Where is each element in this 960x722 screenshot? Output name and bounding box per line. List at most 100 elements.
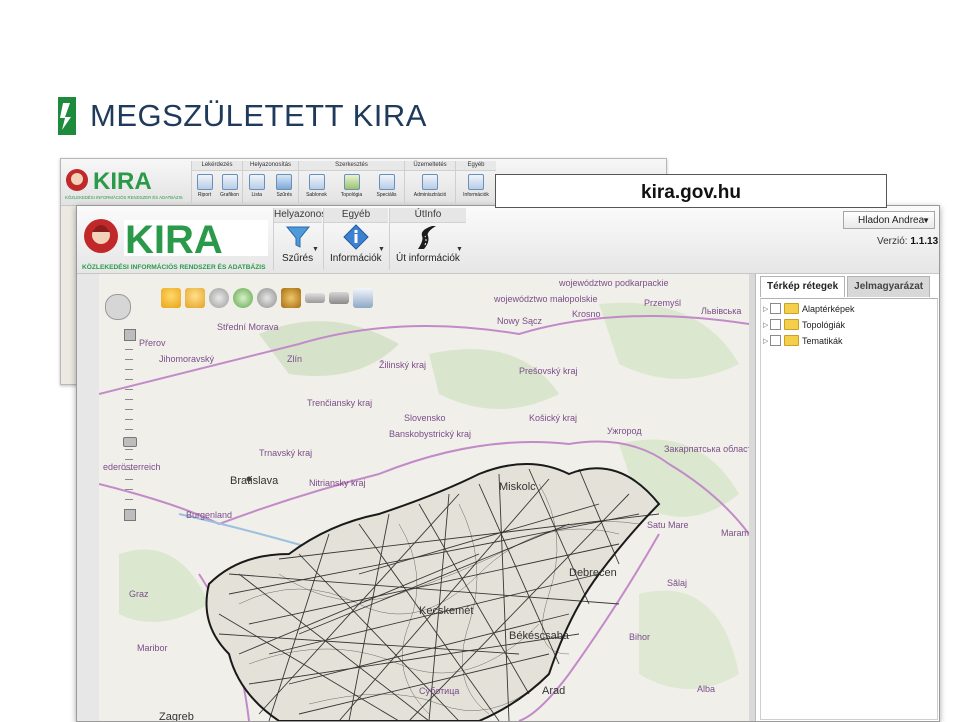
- chevron-down-icon[interactable]: ▼: [312, 246, 319, 253]
- back-adminisztracio-button[interactable]: Adminisztráció: [414, 174, 446, 198]
- layer-label: Alaptérképek: [802, 303, 855, 314]
- back-group-title: Helyazonosítás: [243, 161, 298, 171]
- back-group-title: Szerkesztés: [299, 161, 404, 171]
- szures-button[interactable]: Szűrés: [282, 224, 313, 264]
- layer-item-alapterkepek[interactable]: ▷ Alaptérképek: [763, 303, 855, 314]
- tab-jelmagyarazat[interactable]: Jelmagyarázat: [847, 276, 931, 297]
- layer-label: Tematikák: [802, 335, 843, 346]
- tab-terkep-retegek[interactable]: Térkép rétegek: [760, 276, 846, 297]
- front-group-egyeb: Egyéb Információk ▼: [323, 208, 388, 270]
- map-canvas[interactable]: Střední Morava Jihomoravský Zlín Přerov …: [99, 274, 749, 721]
- back-topologia-button[interactable]: Topológia: [340, 174, 364, 198]
- back-sablonok-button[interactable]: Sablonok: [305, 174, 329, 198]
- url-label: kira.gov.hu: [641, 182, 741, 203]
- map-label: Kecskemét: [419, 605, 473, 617]
- slide-title: MEGSZÜLETETT KIRA: [90, 98, 427, 133]
- layer-item-tematikak[interactable]: ▷ Tematikák: [763, 335, 843, 346]
- edit-icon: [378, 174, 395, 190]
- front-group-title: Egyéb: [324, 208, 388, 223]
- map-label: Arad: [542, 685, 565, 697]
- layer-label: Topológiák: [802, 319, 846, 330]
- map-label: Trenčiansky kraj: [307, 398, 372, 408]
- back-group-helyazonositas: Helyazonosítás Lista Szűrés: [242, 161, 298, 203]
- layer-icon[interactable]: [161, 288, 181, 308]
- front-logo-subtitle: KÖZLEKEDÉSI INFORMÁCIÓS RENDSZER ÉS ADAT…: [82, 262, 266, 271]
- map-label: Debrecen: [569, 567, 617, 579]
- road-icon: [417, 226, 436, 249]
- back-group-egyeb: Egyéb Információk: [455, 161, 496, 203]
- layer-item-topologiak[interactable]: ▷ Topológiák: [763, 319, 845, 330]
- map-label: Львівська: [701, 306, 741, 316]
- binoculars-icon[interactable]: [281, 288, 301, 308]
- map-label: Slovensko: [404, 413, 446, 423]
- admin-icon: [422, 174, 438, 190]
- map-label: województwo małopolskie: [493, 294, 598, 304]
- zoom-slider[interactable]: [123, 329, 137, 521]
- layer-tree: ▷ Alaptérképek ▷ Topológiák ▷ Tematikák: [760, 298, 938, 720]
- map-label: Bihor: [629, 632, 650, 642]
- layer-checkbox[interactable]: [770, 319, 781, 330]
- map-label: Békéscsaba: [509, 630, 570, 642]
- user-dropdown[interactable]: Hladon Andrea ▼: [843, 211, 935, 229]
- version-info: Verzió: 1.1.13: [877, 236, 938, 247]
- side-panel: Térkép rétegek Jelmagyarázat ▷ Alaptérké…: [755, 274, 939, 721]
- front-logo-text: KIRA: [125, 218, 223, 262]
- back-szures-button[interactable]: Szűrés: [272, 174, 296, 198]
- report-icon: [196, 174, 213, 190]
- back-group-lekerdezes: Lekérdezés Riport Grafikon: [191, 161, 242, 203]
- chevron-down-icon[interactable]: ▼: [378, 246, 385, 253]
- back-logo-subtitle: KÖZLEKEDÉSI INFORMÁCIÓS RENDSZER ÉS ADAT…: [65, 195, 183, 200]
- map-label: Przemyśl: [644, 298, 681, 308]
- chevron-down-icon: ▼: [922, 216, 930, 225]
- map-label: Суботица: [419, 686, 459, 696]
- expand-icon[interactable]: ▷: [763, 321, 770, 329]
- back-group-uzemeltetes: Üzemeltetés Adminisztráció: [404, 161, 455, 203]
- map-label: Burgenland: [186, 510, 232, 520]
- back-specialis-button[interactable]: Speciális: [375, 174, 399, 198]
- zoom-box-icon[interactable]: [209, 288, 229, 308]
- user-name: Hladon Andrea: [858, 215, 925, 226]
- back-group-title: Egyéb: [456, 161, 496, 171]
- info-icon: [343, 224, 369, 250]
- left-collapse-strip[interactable]: [77, 274, 100, 721]
- zoom-out-icon[interactable]: [257, 288, 277, 308]
- front-group-title: Helyazonosí: [274, 208, 329, 223]
- topology-icon: [343, 174, 360, 190]
- map-label: Miskolc: [499, 481, 536, 493]
- map-label: Zlín: [287, 354, 302, 364]
- funnel-icon: [276, 174, 293, 190]
- back-grafikon-button[interactable]: Grafikon: [218, 174, 242, 198]
- layer-checkbox[interactable]: [770, 335, 781, 346]
- map-view[interactable]: Střední Morava Jihomoravský Zlín Přerov …: [99, 274, 749, 721]
- url-label-box: kira.gov.hu: [495, 174, 887, 208]
- back-lista-button[interactable]: Lista: [245, 174, 269, 198]
- front-screenshot: KIRA KÖZLEKEDÉSI INFORMÁCIÓS RENDSZER ÉS…: [76, 205, 940, 722]
- measure-area-icon[interactable]: [329, 292, 349, 304]
- zoom-slider-handle[interactable]: [123, 437, 137, 447]
- map-label: Bratislava: [230, 475, 279, 487]
- expand-icon[interactable]: ▷: [763, 305, 770, 313]
- map-label: Žilinský kraj: [379, 360, 426, 370]
- map-toolbar: [161, 288, 377, 308]
- map-label: Закарпатська область: [664, 444, 749, 454]
- back-riport-button[interactable]: Riport: [193, 174, 217, 198]
- map-label: Trnavský kraj: [259, 448, 312, 458]
- print-icon[interactable]: [353, 288, 373, 308]
- expand-icon[interactable]: ▷: [763, 337, 770, 345]
- layer-checkbox[interactable]: [770, 303, 781, 314]
- map-label: Ужгород: [607, 426, 642, 436]
- front-group-title: ÚtInfo: [390, 208, 466, 223]
- pan-hand-icon[interactable]: [185, 288, 205, 308]
- ut-informaciok-button[interactable]: Út információk: [396, 224, 460, 264]
- zoom-in-icon[interactable]: [233, 288, 253, 308]
- map-pan-control[interactable]: [105, 294, 131, 320]
- map-label: Maram: [721, 528, 749, 538]
- chevron-down-icon[interactable]: ▼: [456, 246, 463, 253]
- measure-icon[interactable]: [305, 293, 325, 303]
- folder-icon: [784, 319, 799, 330]
- chart-icon: [221, 174, 238, 190]
- back-informaciok-button[interactable]: Információk: [463, 174, 489, 198]
- informaciok-button[interactable]: Információk: [330, 224, 382, 264]
- map-label: Prešovský kraj: [519, 366, 578, 376]
- map-label: Střední Morava: [217, 322, 279, 332]
